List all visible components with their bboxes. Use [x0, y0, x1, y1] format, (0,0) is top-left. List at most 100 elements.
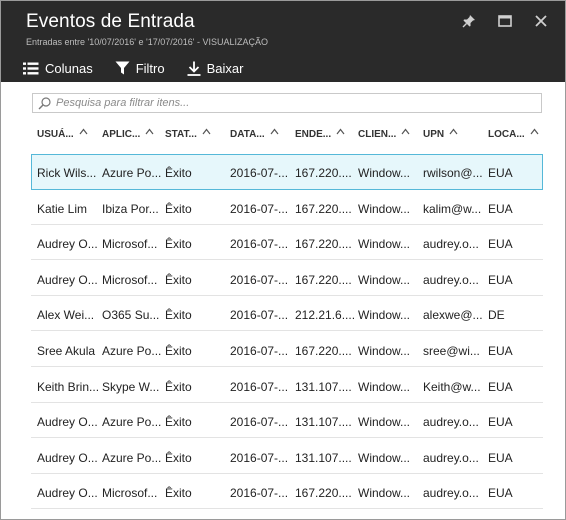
table-row[interactable]: Audrey O... Microsof... Êxito 2016-07-... 16…	[31, 261, 543, 296]
table-row[interactable]: Alex Wei... O365 Su... Êxito 2016-07-... 212…	[31, 296, 543, 332]
cell-status: Êxito	[165, 344, 192, 358]
cell-application: Microsof...	[102, 237, 158, 252]
sort-icon	[270, 128, 279, 135]
cell-upn: audrey.o...	[423, 450, 479, 465]
sort-icon	[336, 128, 345, 135]
table-row[interactable]: Audrey O... Azure Po... Êxito 2016-07-... 13…	[31, 439, 543, 474]
cell-address: 167.220....	[295, 201, 352, 216]
cell-location: EUA	[488, 379, 513, 394]
cell-client: Window...	[358, 166, 411, 180]
cell-client: Window...	[358, 486, 411, 501]
column-header-address[interactable]: ENDE...	[295, 128, 345, 140]
cell-date: 2016-07-...	[230, 450, 289, 465]
cell-date: 2016-07-...	[230, 201, 289, 216]
table-row[interactable]: Audrey O... Microsof... Êxito 2016-07-... 16…	[31, 474, 543, 510]
cell-date: 2016-07-...	[230, 272, 289, 287]
table-row[interactable]: Keith Brin... Skype W... Êxito 2016-07-... 1…	[31, 368, 543, 403]
maximize-button[interactable]	[487, 10, 523, 32]
sort-icon	[79, 128, 88, 135]
cell-location: EUA	[488, 344, 513, 358]
cell-upn: audrey.o...	[423, 486, 479, 501]
pin-button[interactable]	[451, 10, 487, 32]
cell-status: Êxito	[165, 379, 192, 394]
cell-user: Audrey O...	[37, 272, 98, 287]
table-row[interactable]: Katie Lim Ibiza Por... Êxito 2016-07-... 167…	[31, 190, 543, 225]
cell-date: 2016-07-...	[230, 379, 289, 394]
cell-date: 2016-07-...	[230, 237, 289, 252]
page-subtitle: Entradas entre '10/07/2016' e '17/07/201…	[26, 37, 269, 47]
cell-upn: rwilson@...	[423, 166, 483, 180]
table-row[interactable]: Audrey O... Microsof... Êxito 2016-07-... 16…	[31, 225, 543, 261]
cell-address: 131.107....	[295, 450, 352, 465]
column-header-date[interactable]: DATA...	[230, 128, 279, 140]
close-icon	[535, 15, 547, 27]
sort-icon	[202, 128, 211, 135]
column-header-client[interactable]: CLIEN...	[358, 128, 410, 140]
cell-status: Êxito	[165, 486, 192, 501]
cell-upn: audrey.o...	[423, 237, 479, 252]
filter-button[interactable]: Filtro	[115, 61, 165, 76]
column-header-application[interactable]: APLIC...	[102, 128, 154, 140]
column-header-label: STAT...	[165, 129, 197, 140]
cell-location: EUA	[488, 201, 513, 216]
cell-upn: kalim@w...	[423, 201, 482, 216]
columns-icon	[23, 62, 39, 74]
cell-date: 2016-07-...	[230, 166, 289, 180]
search-box[interactable]	[32, 93, 542, 113]
columns-button[interactable]: Colunas	[23, 61, 93, 76]
filter-label: Filtro	[135, 60, 165, 76]
column-header-location[interactable]: LOCA...	[488, 128, 539, 140]
table-row[interactable]: Rick Wils... Azure Po... Êxito 2016-07-... 1…	[31, 154, 543, 190]
cell-date: 2016-07-...	[230, 344, 289, 358]
cell-user: Katie Lim	[37, 201, 88, 216]
cell-location: EUA	[488, 237, 513, 252]
cell-client: Window...	[358, 308, 411, 323]
cell-application: Microsof...	[102, 486, 158, 501]
cell-upn: Keith@w...	[423, 379, 481, 394]
cell-location: EUA	[488, 272, 513, 287]
download-button[interactable]: Baixar	[187, 60, 244, 76]
cell-location: EUA	[488, 415, 513, 430]
download-label: Baixar	[206, 60, 244, 76]
cell-address: 167.220....	[295, 237, 352, 252]
cell-application: O365 Su...	[102, 308, 160, 323]
cell-application: Azure Po...	[102, 344, 162, 358]
pin-icon	[462, 15, 475, 28]
command-bar: Colunas Filtro Baixar	[23, 58, 265, 78]
column-header-label: LOCA...	[488, 129, 525, 140]
cell-address: 167.220....	[295, 344, 352, 358]
sort-icon	[449, 128, 458, 135]
column-header-label: ENDE...	[295, 129, 332, 140]
cell-upn: alexwe@...	[423, 308, 483, 323]
table-row[interactable]: Sree Akula Azure Po... Êxito 2016-07-... 167…	[31, 332, 543, 367]
blade-header: Eventos de Entrada Entradas entre '10/07…	[1, 1, 565, 82]
table-row[interactable]: Audrey O... Azure Po... Êxito 2016-07-... 13…	[31, 403, 543, 439]
cell-user: Keith Brin...	[37, 379, 100, 394]
cell-address: 167.220....	[295, 166, 352, 180]
cell-client: Window...	[358, 272, 411, 287]
cell-user: Audrey O...	[37, 450, 98, 465]
cell-date: 2016-07-...	[230, 415, 289, 430]
maximize-icon	[498, 15, 512, 27]
column-header-upn[interactable]: UPN	[423, 128, 458, 140]
sort-icon	[145, 128, 154, 135]
column-header-user[interactable]: USUÁ...	[37, 128, 88, 140]
search-input[interactable]	[56, 95, 541, 111]
table-header: USUÁ... APLIC... STAT... DATA... ENDE... CLIE…	[31, 125, 543, 149]
cell-location: EUA	[488, 166, 513, 180]
sort-icon	[530, 128, 539, 135]
cell-upn: audrey.o...	[423, 272, 479, 287]
cell-location: EUA	[488, 450, 513, 465]
cell-address: 167.220....	[295, 486, 352, 501]
window-controls	[451, 10, 559, 32]
search-icon	[38, 96, 51, 109]
sign-in-events-blade: Eventos de Entrada Entradas entre '10/07…	[0, 0, 566, 520]
column-header-status[interactable]: STAT...	[165, 128, 211, 140]
cell-location: EUA	[488, 486, 513, 501]
cell-client: Window...	[358, 379, 411, 394]
close-button[interactable]	[523, 10, 559, 32]
cell-status: Êxito	[165, 272, 192, 287]
cell-user: Sree Akula	[37, 344, 96, 358]
cell-location: DE	[488, 308, 505, 323]
column-header-label: UPN	[423, 129, 445, 140]
